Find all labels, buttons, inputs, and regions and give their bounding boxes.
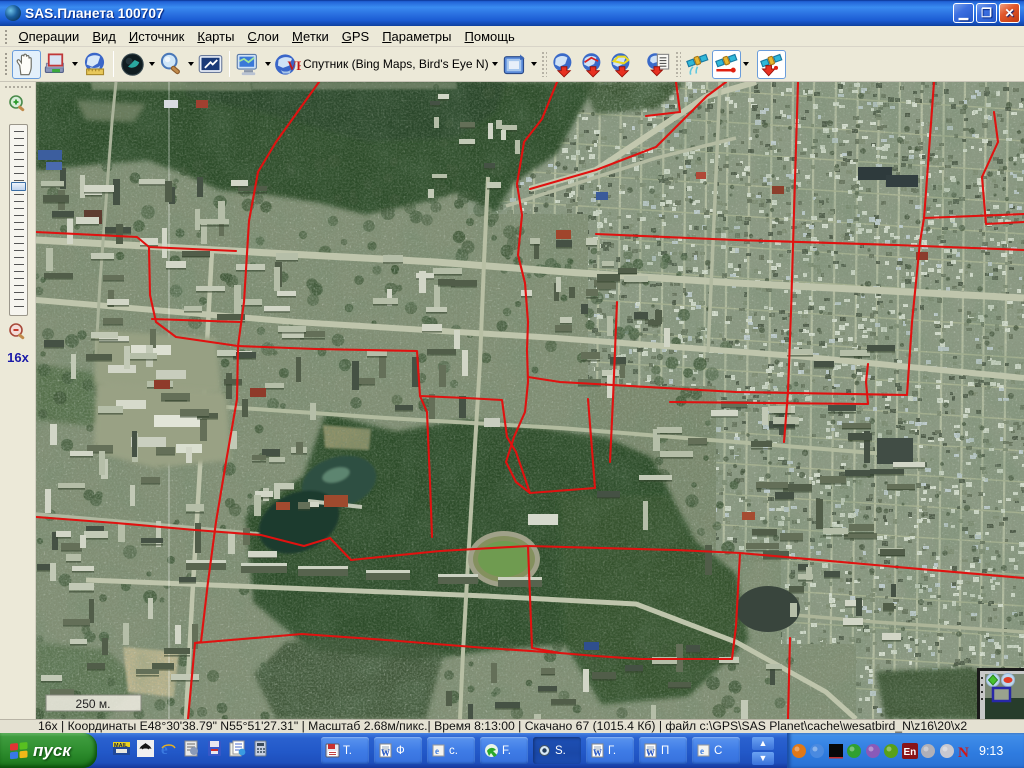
svg-text:W: W bbox=[646, 748, 655, 758]
svg-text:250 м.: 250 м. bbox=[76, 697, 111, 711]
svg-text:W: W bbox=[593, 748, 602, 758]
svg-text:En: En bbox=[903, 747, 916, 758]
svg-text:VE: VE bbox=[288, 59, 302, 73]
svg-text:MAIL: MAIL bbox=[114, 743, 128, 749]
svg-text:e: e bbox=[700, 746, 704, 756]
svg-text:e: e bbox=[161, 742, 168, 757]
svg-text:e: e bbox=[435, 746, 439, 756]
svg-text:N: N bbox=[958, 745, 969, 759]
svg-text:W: W bbox=[381, 748, 390, 758]
